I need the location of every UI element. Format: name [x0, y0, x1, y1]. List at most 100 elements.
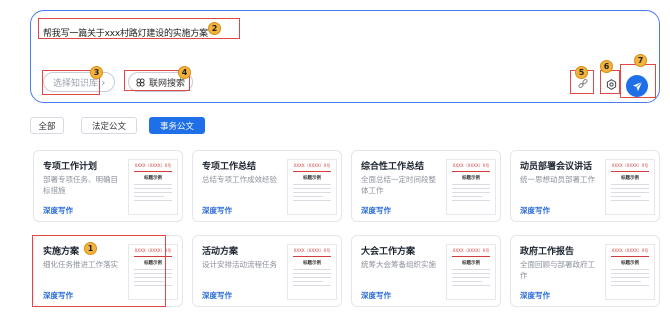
document-thumbnail: XXXX（XXXX）X号 标题示例 — [446, 244, 496, 300]
thumbnail-line — [293, 269, 331, 270]
annotation-badge-3: 3 — [90, 66, 103, 79]
thumbnail-line — [293, 196, 324, 197]
thumbnail-red-rule — [134, 256, 172, 257]
card-title: 动员部署会议讲话 — [520, 162, 593, 172]
thumbnail-line — [134, 269, 172, 270]
thumbnail-line — [611, 184, 649, 185]
thumbnail-title: 标题示例 — [621, 261, 639, 266]
deep-writing-link[interactable]: 深度写作 — [202, 205, 232, 216]
prompt-input-box[interactable]: 帮我写一篇关于xxx村路灯建设的实施方案 选择知识库 › 联网搜索 — [30, 10, 660, 103]
deep-writing-link[interactable]: 深度写作 — [361, 290, 391, 301]
tab-all[interactable]: 全部 — [30, 117, 64, 134]
thumbnail-title: 标题示例 — [303, 176, 321, 181]
thumbnail-title: 标题示例 — [144, 176, 162, 181]
template-card[interactable]: 专项工作计划 部署专项任务、明确目标措施 深度写作 XXXX（XXXX）X号 标题示例 — [33, 150, 183, 222]
thumbnail-line — [293, 188, 331, 189]
thumbnail-line — [134, 196, 165, 197]
link-button[interactable] — [576, 77, 590, 91]
template-card[interactable]: 综合性工作总结 全面总结一定时间段整体工作 深度写作 XXXX（XXXX）X号 标题示例 — [351, 150, 501, 222]
thumbnail-line — [611, 196, 642, 197]
template-card[interactable]: 活动方案设计安排活动流程任务 深度写作 XXXX（XXXX）X号 标题示例 — [192, 235, 342, 307]
thumbnail-line — [452, 285, 490, 286]
card-title: 大会工作方案 — [361, 247, 416, 257]
thumbnail-line — [134, 184, 172, 185]
prompt-text[interactable]: 帮我写一篇关于xxx村路灯建设的实施方案 — [43, 26, 208, 39]
thumbnail-line — [134, 192, 172, 193]
card-title: 活动方案 — [202, 247, 239, 257]
template-card[interactable]: 专项工作总结 总结专项工作成效经验 深度写作 XXXX（XXXX）X号 标题示例 — [192, 150, 342, 222]
thumbnail-title: 标题示例 — [462, 261, 480, 266]
link-icon — [578, 79, 588, 88]
card-description: 部署专项任务、明确目标措施 — [43, 175, 118, 195]
card-title: 专项工作总结 — [202, 162, 257, 172]
thumbnail-line — [611, 285, 649, 286]
thumbnail-title: 标题示例 — [144, 261, 162, 266]
card-description: 设计安排活动流程任务 — [202, 260, 277, 269]
thumbnail-line — [452, 277, 490, 278]
tab-affairs-documents-label: 事务公文 — [159, 121, 194, 132]
thumbnail-header: XXXX（XXXX）X号 — [452, 248, 490, 253]
annotation-badge-4: 4 — [178, 66, 191, 79]
deep-writing-link[interactable]: 深度写作 — [43, 290, 73, 301]
thumbnail-header: XXXX（XXXX）X号 — [134, 248, 172, 253]
tab-statutory-documents[interactable]: 法定公文 — [81, 117, 137, 134]
tab-all-label: 全部 — [38, 121, 56, 132]
thumbnail-red-rule — [452, 256, 490, 257]
thumbnail-line — [293, 200, 331, 201]
template-card[interactable]: 实施方案细化任务推进工作落实 深度写作 XXXX（XXXX）X号 标题示例 — [33, 235, 183, 307]
thumbnail-line — [293, 184, 331, 185]
thumbnail-line — [611, 192, 649, 193]
thumbnail-line — [134, 277, 172, 278]
thumbnail-line — [452, 200, 490, 201]
deep-writing-link[interactable]: 深度写作 — [361, 205, 391, 216]
thumbnail-red-rule — [293, 256, 331, 257]
knowledge-base-placeholder: 选择知识库 — [53, 78, 99, 89]
thumbnail-line — [134, 285, 172, 286]
send-button[interactable] — [626, 75, 648, 97]
thumbnail-line — [611, 273, 649, 274]
thumbnail-line — [611, 281, 642, 282]
app-root: 帮我写一篇关于xxx村路灯建设的实施方案 选择知识库 › 联网搜索 全部 法定公… — [0, 0, 670, 325]
thumbnail-red-rule — [293, 171, 331, 172]
document-thumbnail: XXXX（XXXX）X号 标题示例 — [446, 159, 496, 215]
thumbnail-line — [452, 269, 490, 270]
thumbnail-line — [293, 277, 331, 278]
deep-writing-link[interactable]: 深度写作 — [43, 205, 73, 216]
thumbnail-line — [293, 281, 324, 282]
annotation-badge-6: 6 — [600, 60, 613, 73]
tab-statutory-documents-label: 法定公文 — [91, 121, 126, 132]
annotation-badge-5: 5 — [575, 66, 588, 79]
thumbnail-line — [611, 188, 649, 189]
tab-affairs-documents[interactable]: 事务公文 — [149, 117, 205, 134]
thumbnail-line — [452, 281, 483, 282]
template-card[interactable]: 动员部署会议讲话 统一思想动员部署工作 深度写作 XXXX（XXXX）X号 标题示例 — [510, 150, 660, 222]
deep-writing-link[interactable]: 深度写作 — [202, 290, 232, 301]
document-thumbnail: XXXX（XXXX）X号 标题示例 — [128, 159, 178, 215]
card-description: 细化任务推进工作落实 — [43, 260, 118, 269]
chevron-right-icon: › — [101, 75, 106, 89]
card-description: 全面总结一定时间段整体工作 — [361, 175, 436, 195]
deep-writing-link[interactable]: 深度写作 — [520, 290, 550, 301]
thumbnail-header: XXXX（XXXX）X号 — [293, 248, 331, 253]
thumbnail-line — [293, 285, 331, 286]
send-icon — [632, 81, 642, 91]
thumbnail-line — [452, 192, 490, 193]
template-card[interactable]: 政府工作报告 全面回顾与部署政府工作 深度写作 XXXX（XXXX）X号 标题示例 — [510, 235, 660, 307]
thumbnail-line — [611, 200, 649, 201]
gear-icon — [606, 78, 616, 90]
document-thumbnail: XXXX（XXXX）X号 标题示例 — [605, 159, 655, 215]
thumbnail-line — [452, 184, 490, 185]
thumbnail-line — [452, 273, 490, 274]
thumbnail-title: 标题示例 — [462, 176, 480, 181]
card-title: 实施方案 — [43, 247, 80, 257]
knowledge-base-select[interactable]: 选择知识库 › — [43, 72, 116, 92]
thumbnail-header: XXXX（XXXX）X号 — [611, 163, 649, 168]
thumbnail-line — [293, 273, 331, 274]
document-thumbnail: XXXX（XXXX）X号 标题示例 — [605, 244, 655, 300]
card-description: 全面回顾与部署政府工作 — [520, 260, 595, 280]
deep-writing-link[interactable]: 深度写作 — [520, 205, 550, 216]
document-thumbnail: XXXX（XXXX）X号 标题示例 — [287, 244, 337, 300]
template-card[interactable]: 大会工作方案 统筹大会筹备组织实施 深度写作 XXXX（XXXX）X号 标题示例 — [351, 235, 501, 307]
settings-button[interactable] — [604, 76, 618, 92]
thumbnail-header: XXXX（XXXX）X号 — [293, 163, 331, 168]
